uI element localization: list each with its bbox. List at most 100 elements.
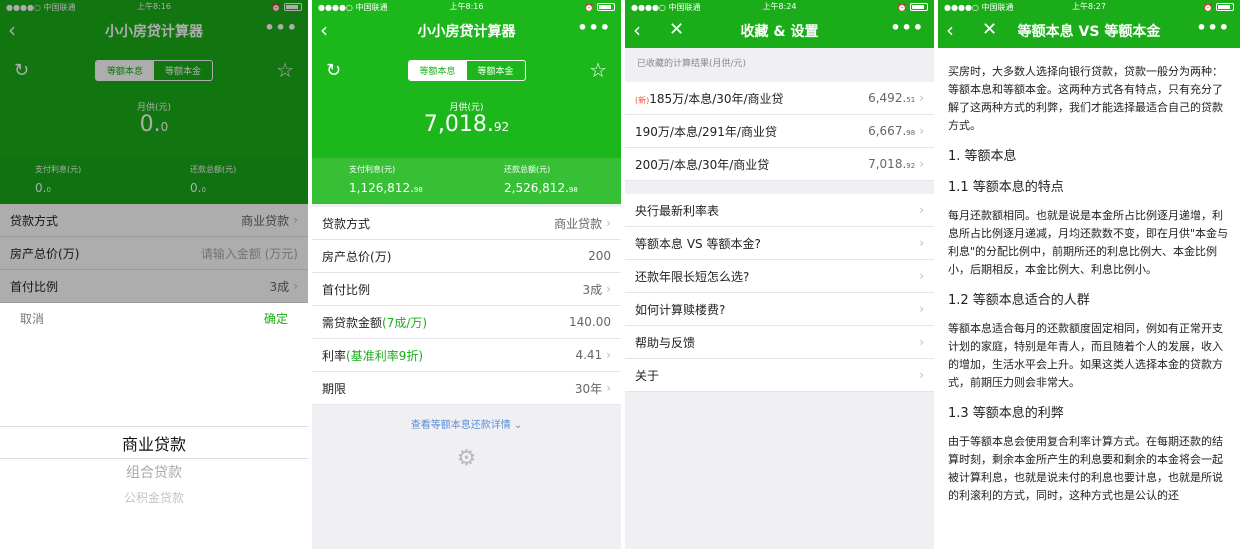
row-loan-amount: 需贷款金额(7成/万) 140.00 <box>312 306 621 339</box>
total-int: 2,526,812. <box>504 181 569 195</box>
tab-equal-interest[interactable]: 等额本息 <box>408 61 467 80</box>
settings-menu: 央行最新利率表 › 等额本息 VS 等额本金? › 还款年限长短怎么选? › 如何计算… <box>625 194 934 392</box>
chevron-right-icon: › <box>919 335 924 349</box>
dim-overlay[interactable] <box>0 0 308 303</box>
picker-line-top <box>0 426 308 427</box>
menu-item-label: 如何计算赎楼费? <box>635 302 726 317</box>
chevron-down-icon: ⌄ <box>513 420 523 431</box>
article-intro: 买房时，大多数人选择向银行贷款，贷款一般分为两种：等额本息和等额本金。这两种方式… <box>948 65 1223 132</box>
chevron-right-icon: › <box>606 282 611 296</box>
refresh-icon[interactable]: ↻ <box>326 60 341 81</box>
menu-item-label: 关于 <box>635 368 660 383</box>
article-paragraph: 等额本息适合每月的还款额度固定相同，例如有正常开支计划的家庭，特别是年青人，而且… <box>948 322 1223 389</box>
star-icon[interactable]: ☆ <box>589 58 607 82</box>
battery-icon <box>597 3 615 11</box>
picker-toolbar: 取消 确定 <box>0 303 308 333</box>
term-label: 期限 <box>322 381 347 396</box>
form-list: 贷款方式 商业贷款 › 房产总价(万) 200 首付比例 3成 › 需贷款金额(7成… <box>312 207 621 405</box>
term-value: 30年 <box>574 381 603 396</box>
menu-item-about[interactable]: 关于 › <box>625 359 934 392</box>
article-heading: 1. 等额本息 <box>948 149 1017 164</box>
rate-value: 4.41 <box>575 348 603 362</box>
rate-hint: (基准利率9折) <box>346 348 424 363</box>
tab-equal-principal[interactable]: 等额本金 <box>467 61 525 80</box>
menu-item-label: 还款年限长短怎么选? <box>635 269 750 284</box>
page-title: 小小房贷计算器 <box>417 24 516 40</box>
total-dec: 98 <box>568 186 578 194</box>
saved-item-label: 190万/本息/291年/商业贷 <box>635 124 777 139</box>
chevron-right-icon: › <box>606 348 611 362</box>
chevron-right-icon: › <box>919 203 924 217</box>
saved-value-int: 6,667. <box>868 124 907 138</box>
interest-summary: 支付利息(元) 1,126,812.98 <box>349 164 423 195</box>
back-icon[interactable]: ‹ <box>633 19 641 41</box>
saved-item[interactable]: 200万/本息/30年/商业贷 7,018.92 › <box>625 148 934 181</box>
composite-screenshot: ●●●●○ 中国联通 上午8:16 ⏰ ‹ 小小房贷计算器 ••• ↻ 等额本息… <box>0 0 1240 549</box>
loan-amount-value: 140.00 <box>569 315 611 329</box>
row-price[interactable]: 房产总价(万) 200 <box>312 240 621 273</box>
saved-list: (新)185万/本息/30年/商业贷 6,492.51 › 190万/本息/291… <box>625 82 934 181</box>
saved-item[interactable]: (新)185万/本息/30年/商业贷 6,492.51 › <box>625 82 934 115</box>
back-icon[interactable]: ‹ <box>946 19 954 41</box>
more-icon[interactable]: ••• <box>890 18 924 37</box>
mode-segment: 等额本息 等额本金 <box>407 60 526 81</box>
new-badge: (新) <box>635 95 650 105</box>
battery-icon <box>1216 3 1234 11</box>
saved-value-int: 6,492. <box>868 91 907 105</box>
battery-icon <box>910 3 928 11</box>
down-value: 3成 <box>582 282 603 297</box>
menu-item-compare[interactable]: 等额本息 VS 等额本金? › <box>625 227 934 260</box>
menu-item-term[interactable]: 还款年限长短怎么选? › <box>625 260 934 293</box>
picker-line-bottom <box>0 458 308 459</box>
screen-calculator-picker: ●●●●○ 中国联通 上午8:16 ⏰ ‹ 小小房贷计算器 ••• ↻ 等额本息… <box>0 0 308 549</box>
saved-value-dec: 92 <box>906 162 916 170</box>
row-term[interactable]: 期限 30年 › <box>312 372 621 405</box>
article-paragraph: 由于等额本息会使用复合利率计算方式。在每期还款的结算时刻，剩余本金所产生的利息要… <box>948 435 1223 502</box>
article-body: 买房时，大多数人选择向银行贷款，贷款一般分为两种：等额本息和等额本金。这两种方式… <box>938 48 1240 513</box>
total-label: 还款总额(元) <box>504 165 551 174</box>
summary-bar: 支付利息(元) 1,126,812.98 还款总额(元) 2,526,812.9… <box>312 158 621 204</box>
menu-item-redemption[interactable]: 如何计算赎楼费? › <box>625 293 934 326</box>
loan-type-value: 商业贷款 <box>554 216 603 231</box>
result-header: ↻ 等额本息 等额本金 ☆ 月供(元) 7,018.92 <box>312 48 621 158</box>
loan-type-picker: 取消 确定 商业贷款 组合贷款 公积金贷款 <box>0 303 308 549</box>
article-heading: 1.2 等额本息适合的人群 <box>948 293 1090 308</box>
price-value[interactable]: 200 <box>588 249 611 263</box>
close-icon[interactable]: ✕ <box>982 18 997 42</box>
saved-section-header: 已收藏的计算结果(月供/元) <box>637 59 747 69</box>
menu-item-help[interactable]: 帮助与反馈 › <box>625 326 934 359</box>
interest-label: 支付利息(元) <box>349 165 396 174</box>
picker-option-selected[interactable]: 商业贷款 <box>0 431 308 455</box>
chevron-right-icon: › <box>919 91 924 105</box>
total-value: 2,526,812.98 <box>504 181 578 195</box>
chevron-right-icon: › <box>919 368 924 382</box>
menu-item-label: 央行最新利率表 <box>635 203 720 218</box>
row-rate[interactable]: 利率(基准利率9折) 4.41 › <box>312 339 621 372</box>
screen-article: ●●●●○ 中国联通 上午8:27 ⏰ ‹ ✕ 等额本息 VS 等额本金 •••… <box>938 0 1240 549</box>
loan-amount-hint: (7成/万) <box>382 315 428 330</box>
saved-value-dec: 98 <box>906 129 916 137</box>
chevron-right-icon: › <box>919 157 924 171</box>
page-title: 等额本息 VS 等额本金 <box>1017 24 1161 40</box>
picker-cancel-button[interactable]: 取消 <box>20 310 44 327</box>
picker-option[interactable]: 公积金贷款 <box>0 489 308 506</box>
detail-link[interactable]: 查看等额本息还款详情 ⌄ <box>312 416 621 431</box>
saved-item[interactable]: 190万/本息/291年/商业贷 6,667.98 › <box>625 115 934 148</box>
price-unit: (万) <box>370 249 392 264</box>
clock: 上午8:27 <box>1072 2 1106 11</box>
down-label: 首付比例 <box>322 282 371 297</box>
nav-bar: ‹ ✕ 收藏 & 设置 ••• <box>625 14 934 48</box>
more-icon[interactable]: ••• <box>1196 18 1230 37</box>
close-icon[interactable]: ✕ <box>669 18 684 42</box>
picker-option[interactable]: 组合贷款 <box>0 462 308 482</box>
row-loan-type[interactable]: 贷款方式 商业贷款 › <box>312 207 621 240</box>
menu-item-rates[interactable]: 央行最新利率表 › <box>625 194 934 227</box>
row-down-payment[interactable]: 首付比例 3成 › <box>312 273 621 306</box>
nav-bar: ‹ 小小房贷计算器 ••• <box>312 14 621 48</box>
back-icon[interactable]: ‹ <box>320 19 328 41</box>
more-icon[interactable]: ••• <box>577 18 611 37</box>
status-bar: ●●●●○ 中国联通 上午8:16 ⏰ <box>312 0 621 14</box>
chevron-right-icon: › <box>606 216 611 230</box>
gear-icon[interactable]: ⚙ <box>312 446 621 471</box>
picker-confirm-button[interactable]: 确定 <box>264 310 288 327</box>
